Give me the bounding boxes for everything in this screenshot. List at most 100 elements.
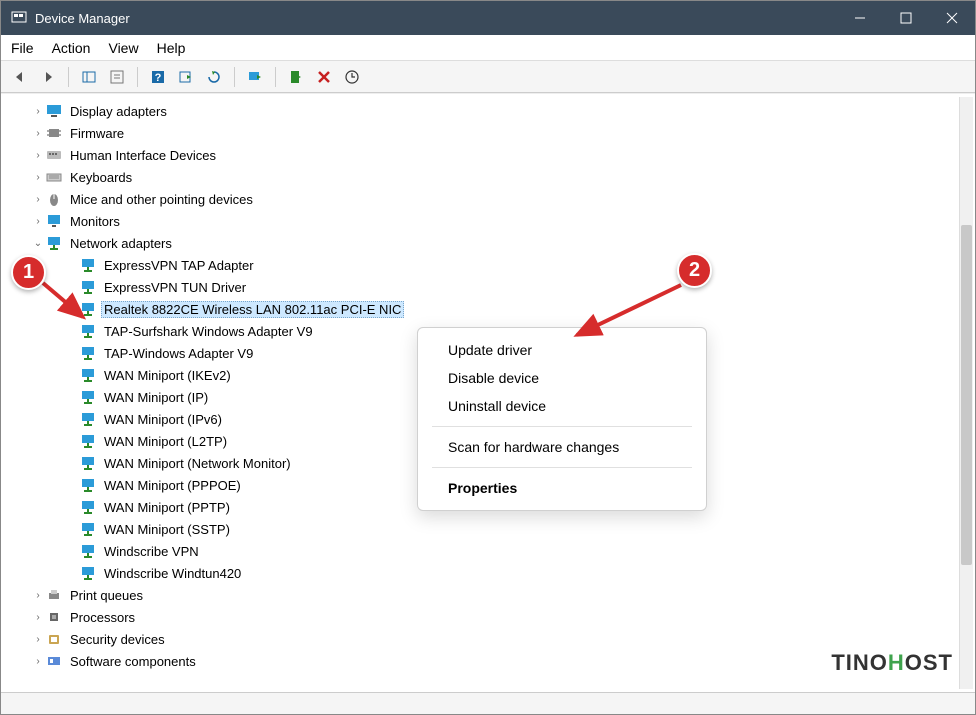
status-bar xyxy=(1,692,975,714)
tree-category[interactable]: ›Firmware xyxy=(31,122,975,144)
tree-category[interactable]: ›Display adapters xyxy=(31,100,975,122)
tree-category[interactable]: ›Processors xyxy=(31,606,975,628)
tree-device[interactable]: Windscribe Windtun420 xyxy=(79,562,975,584)
context-uninstall-device[interactable]: Uninstall device xyxy=(418,392,706,420)
tree-device-label: WAN Miniport (L2TP) xyxy=(101,433,230,450)
tree-device[interactable]: ExpressVPN TAP Adapter xyxy=(79,254,975,276)
tree-device[interactable]: Windscribe VPN xyxy=(79,540,975,562)
tree-device-label: WAN Miniport (Network Monitor) xyxy=(101,455,294,472)
tree-device-label: Windscribe Windtun420 xyxy=(101,565,244,582)
svg-text:?: ? xyxy=(155,72,162,84)
category-icon xyxy=(45,234,63,252)
tree-device-label: WAN Miniport (PPPOE) xyxy=(101,477,244,494)
toolbar-sep xyxy=(234,67,235,87)
tree-category-label: Keyboards xyxy=(67,169,135,186)
tree-category[interactable]: › Security devices xyxy=(31,628,975,650)
menu-file[interactable]: File xyxy=(11,40,34,56)
title-bar: Device Manager xyxy=(1,1,975,35)
chevron-right-icon[interactable]: › xyxy=(31,656,45,667)
forward-button[interactable] xyxy=(37,66,59,88)
window-title: Device Manager xyxy=(35,11,837,26)
chevron-right-icon[interactable]: › xyxy=(31,194,45,205)
context-sep xyxy=(432,426,692,427)
context-properties[interactable]: Properties xyxy=(418,474,706,502)
chevron-right-icon[interactable]: › xyxy=(31,612,45,623)
tree-device[interactable]: ExpressVPN TUN Driver xyxy=(79,276,975,298)
menu-view[interactable]: View xyxy=(108,40,138,56)
tree-device-label: ExpressVPN TAP Adapter xyxy=(101,257,257,274)
context-sep xyxy=(432,467,692,468)
tree-category-label: Software components xyxy=(67,653,199,670)
network-adapter-icon xyxy=(79,520,97,538)
tree-device[interactable]: Realtek 8822CE Wireless LAN 802.11ac PCI… xyxy=(79,298,975,320)
toolbar-sep xyxy=(137,67,138,87)
category-icon xyxy=(45,102,63,120)
vertical-scrollbar[interactable] xyxy=(959,97,973,689)
tree-category-label: Security devices xyxy=(67,631,168,648)
watermark-accent: H xyxy=(888,650,905,675)
update-driver-button[interactable] xyxy=(244,66,266,88)
chevron-right-icon[interactable]: › xyxy=(31,634,45,645)
category-icon xyxy=(45,608,63,626)
tree-category[interactable]: › Monitors xyxy=(31,210,975,232)
back-button[interactable] xyxy=(9,66,31,88)
tree-category-label: Monitors xyxy=(67,213,123,230)
show-hide-console-tree-button[interactable] xyxy=(78,66,100,88)
menu-help[interactable]: Help xyxy=(157,40,186,56)
tree-device-label: WAN Miniport (PPTP) xyxy=(101,499,233,516)
tree-category[interactable]: ⌄Network adapters xyxy=(31,232,975,254)
category-icon xyxy=(45,190,63,208)
callout-2: 2 xyxy=(677,253,712,288)
chevron-right-icon[interactable]: › xyxy=(31,172,45,183)
enable-device-button[interactable] xyxy=(285,66,307,88)
context-disable-device[interactable]: Disable device xyxy=(418,364,706,392)
context-scan-hardware[interactable]: Scan for hardware changes xyxy=(418,433,706,461)
action-button[interactable] xyxy=(175,66,197,88)
maximize-button[interactable] xyxy=(883,1,929,35)
chevron-right-icon[interactable]: › xyxy=(31,150,45,161)
chevron-down-icon[interactable]: ⌄ xyxy=(31,238,45,249)
tree-device-label: WAN Miniport (IP) xyxy=(101,389,211,406)
chevron-right-icon[interactable]: › xyxy=(31,590,45,601)
toolbar-sep xyxy=(68,67,69,87)
tree-category-label: Mice and other pointing devices xyxy=(67,191,256,208)
network-adapter-icon xyxy=(79,454,97,472)
tree-device-label: WAN Miniport (IKEv2) xyxy=(101,367,234,384)
category-icon xyxy=(45,652,63,670)
watermark-prefix: TINO xyxy=(831,650,888,675)
tree-device-label: Windscribe VPN xyxy=(101,543,202,560)
properties-button[interactable] xyxy=(106,66,128,88)
refresh-button[interactable] xyxy=(203,66,225,88)
network-adapter-icon xyxy=(79,542,97,560)
chevron-right-icon[interactable]: › xyxy=(31,106,45,117)
uninstall-device-button[interactable] xyxy=(313,66,335,88)
tree-category-label: Human Interface Devices xyxy=(67,147,219,164)
chevron-right-icon[interactable]: › xyxy=(31,128,45,139)
network-adapter-icon xyxy=(79,344,97,362)
tree-device-label: TAP-Surfshark Windows Adapter V9 xyxy=(101,323,316,340)
tree-device[interactable]: WAN Miniport (SSTP) xyxy=(79,518,975,540)
network-adapter-icon xyxy=(79,256,97,274)
chevron-right-icon[interactable]: › xyxy=(31,216,45,227)
network-adapter-icon xyxy=(79,410,97,428)
category-icon xyxy=(45,212,63,230)
close-button[interactable] xyxy=(929,1,975,35)
tree-category[interactable]: › Mice and other pointing devices xyxy=(31,188,975,210)
category-icon xyxy=(45,630,63,648)
tree-category-label: Print queues xyxy=(67,587,146,604)
scrollbar-thumb[interactable] xyxy=(961,225,972,565)
tree-category[interactable]: › Print queues xyxy=(31,584,975,606)
help-button[interactable]: ? xyxy=(147,66,169,88)
category-icon xyxy=(45,586,63,604)
category-icon xyxy=(45,168,63,186)
category-icon xyxy=(45,124,63,142)
minimize-button[interactable] xyxy=(837,1,883,35)
tree-device-label: ExpressVPN TUN Driver xyxy=(101,279,249,296)
scan-hardware-button[interactable] xyxy=(341,66,363,88)
menu-action[interactable]: Action xyxy=(52,40,91,56)
toolbar: ? xyxy=(1,61,975,93)
arrow-1 xyxy=(39,279,94,329)
tree-category[interactable]: › Keyboards xyxy=(31,166,975,188)
callout-1: 1 xyxy=(11,255,46,290)
tree-category[interactable]: › Human Interface Devices xyxy=(31,144,975,166)
